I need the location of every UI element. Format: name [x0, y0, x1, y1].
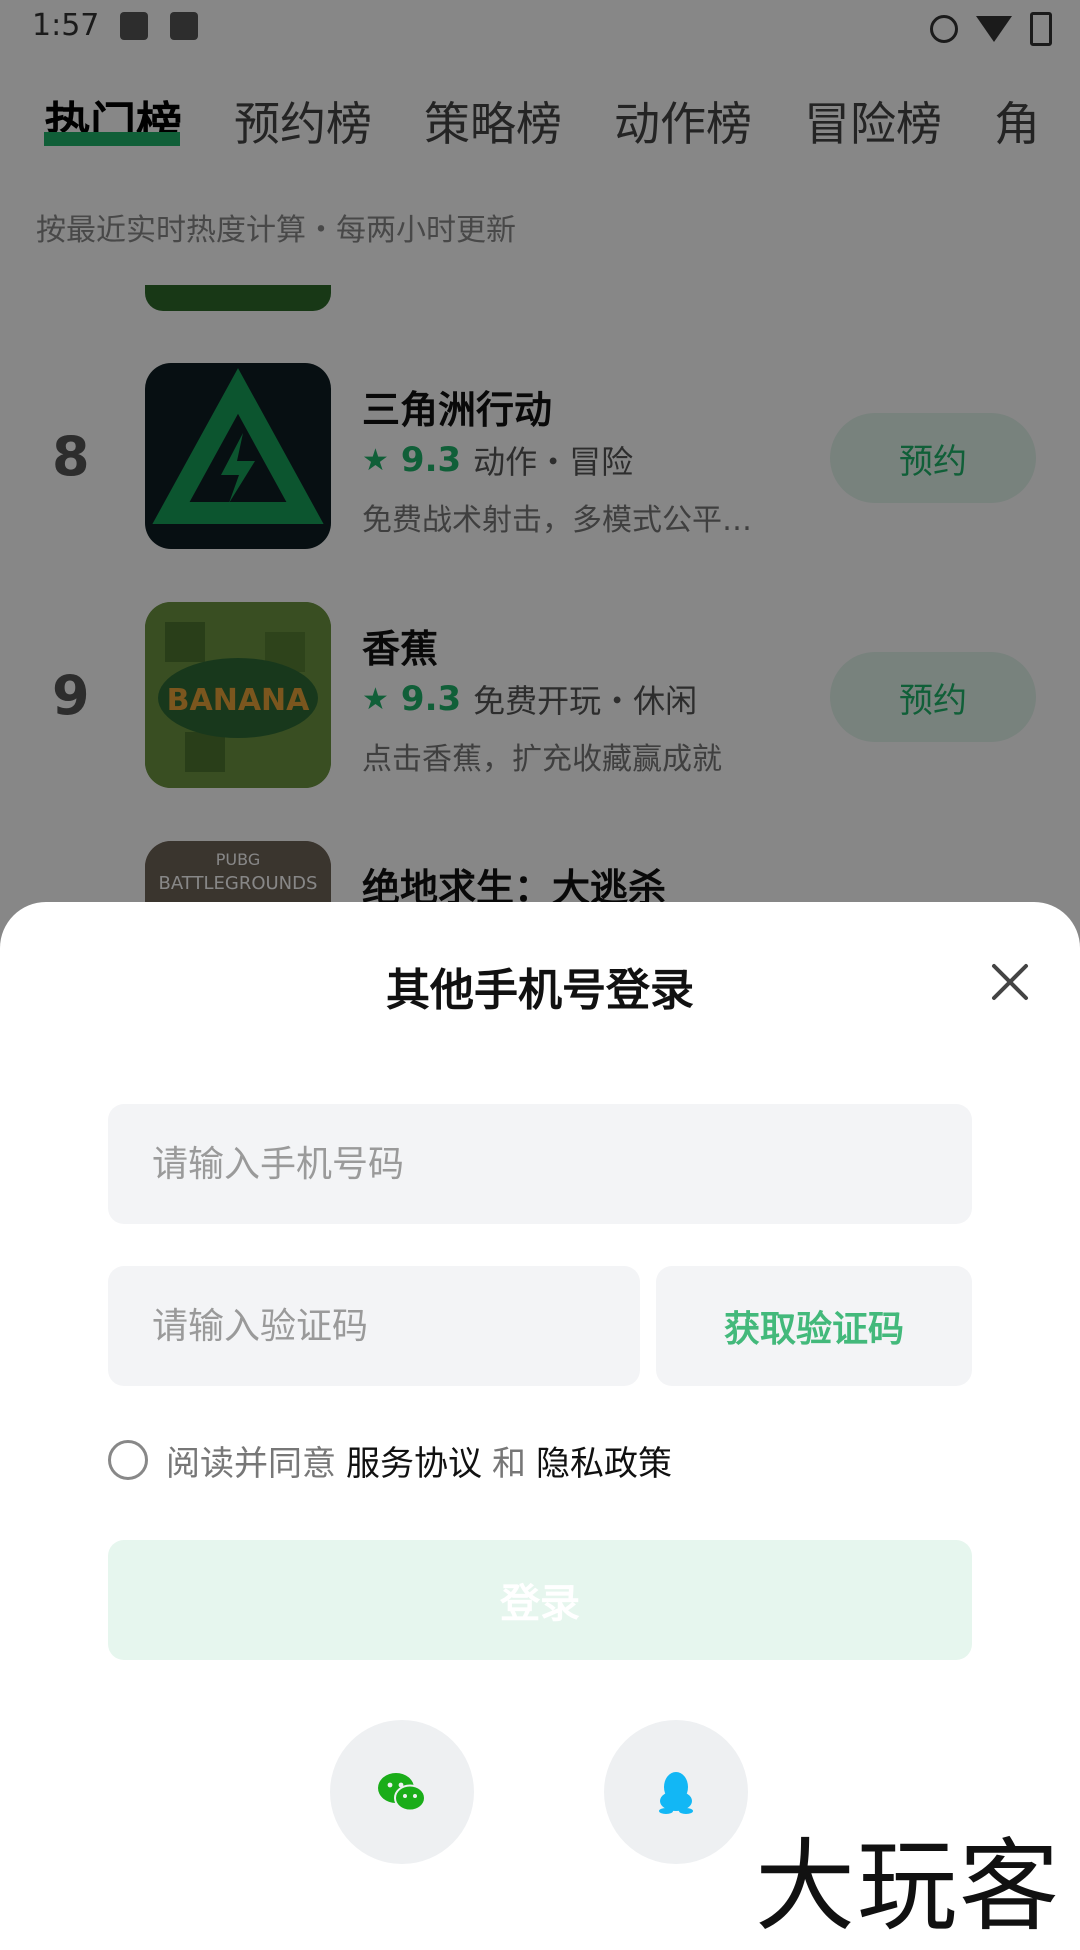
- wechat-icon: [378, 1773, 426, 1812]
- agree-checkbox[interactable]: [108, 1440, 148, 1480]
- close-icon: [992, 964, 1028, 1000]
- agreement-row: 阅读并同意 服务协议 和 隐私政策: [108, 1434, 682, 1486]
- qq-login-button[interactable]: [604, 1720, 748, 1864]
- watermark-logo: 大玩客: [755, 1828, 1061, 1945]
- login-sheet: 其他手机号登录 获取验证码 阅读并同意 服务协议 和 隐私政策 登录: [0, 902, 1080, 1920]
- verification-code-input[interactable]: [108, 1266, 640, 1386]
- qq-icon: [659, 1772, 693, 1814]
- get-code-button[interactable]: 获取验证码: [656, 1266, 972, 1386]
- sheet-title: 其他手机号登录: [386, 965, 694, 1016]
- privacy-link[interactable]: 隐私政策: [536, 1436, 672, 1485]
- wechat-login-button[interactable]: [330, 1720, 474, 1864]
- agree-and: 和: [492, 1443, 526, 1484]
- close-button[interactable]: [982, 954, 1038, 1010]
- login-button[interactable]: 登录: [108, 1540, 972, 1660]
- terms-link[interactable]: 服务协议: [346, 1436, 482, 1485]
- phone-input[interactable]: [108, 1104, 972, 1224]
- agree-prefix: 阅读并同意: [166, 1443, 336, 1484]
